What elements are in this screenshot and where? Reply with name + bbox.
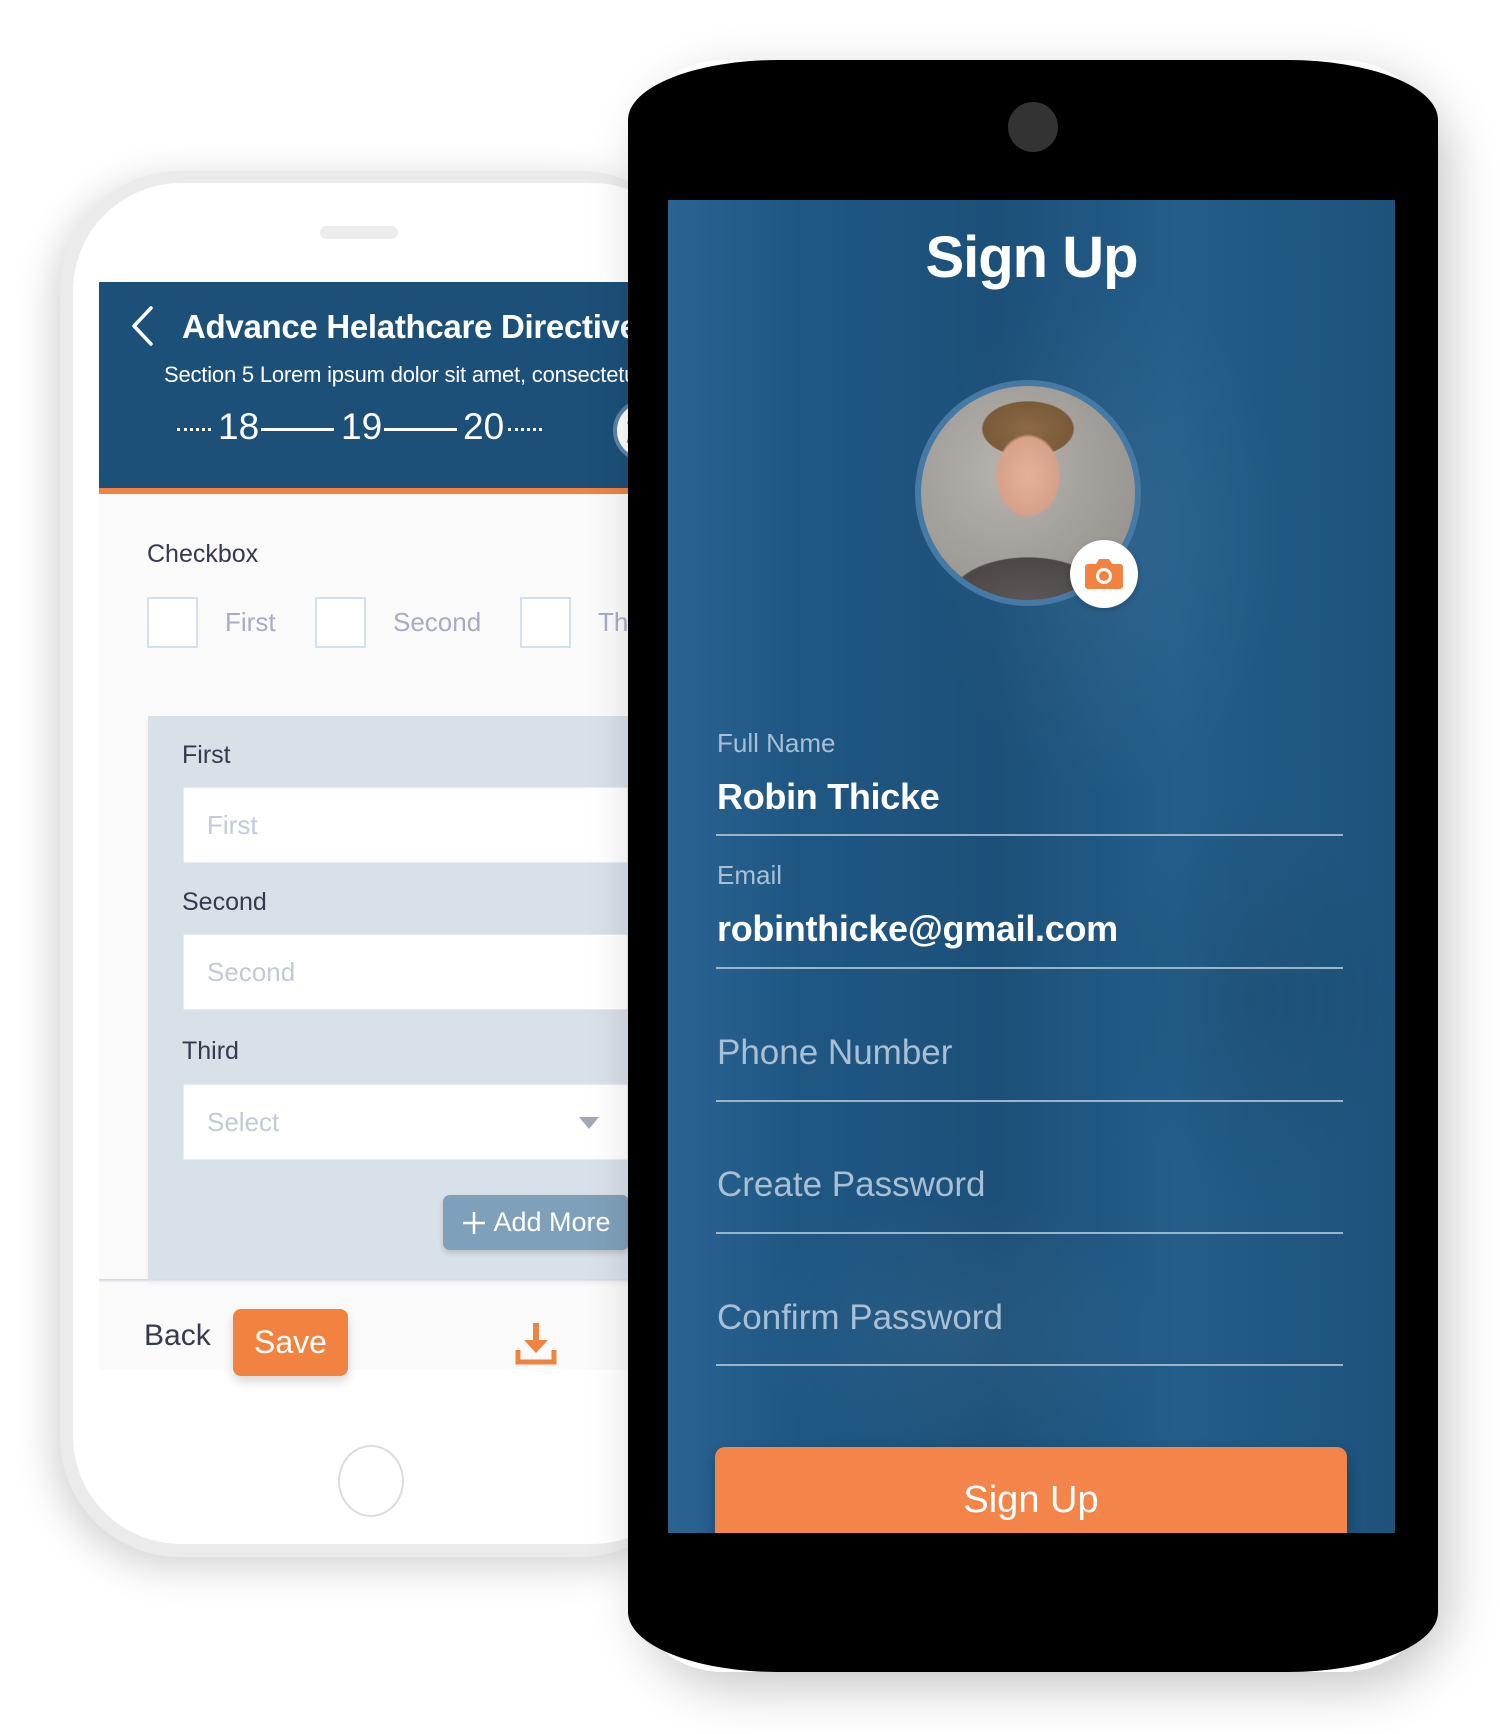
front-camera <box>1008 102 1058 152</box>
chevron-left-icon[interactable] <box>130 305 154 347</box>
caret-down-icon <box>579 1117 599 1129</box>
third-select[interactable]: Select <box>183 1084 628 1160</box>
checkbox-label: First <box>225 607 276 637</box>
step-18[interactable]: 18 <box>218 406 259 448</box>
full-name-label: Full Name <box>717 728 836 758</box>
checkbox-box[interactable] <box>147 597 198 648</box>
email-underline <box>716 967 1343 969</box>
download-icon[interactable] <box>515 1322 557 1366</box>
step-19[interactable]: 19 <box>341 406 382 448</box>
save-button[interactable]: Save <box>233 1309 348 1376</box>
section-stepper: 18 19 20 21 <box>177 399 700 462</box>
iphone-device: Advance Helathcare Directive Section 5 L… <box>60 171 700 1557</box>
checkbox-box[interactable] <box>520 597 571 648</box>
change-photo-button[interactable] <box>1070 540 1138 608</box>
full-name-input[interactable]: Robin Thicke <box>717 776 940 818</box>
speaker-grille <box>320 226 398 239</box>
camera-icon <box>1085 559 1123 589</box>
checkbox-first[interactable]: First <box>147 597 276 648</box>
android-device: Sign Up Full Name Robin Thicke Email rob… <box>628 60 1438 1672</box>
stepper-dots <box>508 428 542 431</box>
second-input[interactable]: Second <box>183 934 628 1010</box>
back-button[interactable]: Back <box>144 1319 211 1353</box>
signup-screen: Sign Up Full Name Robin Thicke Email rob… <box>668 200 1395 1533</box>
checkbox-group-title: Checkbox <box>147 540 259 568</box>
select-placeholder: Select <box>207 1107 280 1137</box>
stepper-connector <box>384 428 457 431</box>
app-header: Advance Helathcare Directive Section 5 L… <box>99 282 700 488</box>
checkbox-box[interactable] <box>315 597 366 648</box>
section-subtitle: Section 5 Lorem ipsum dolor sit amet, co… <box>164 362 644 387</box>
footer-divider <box>99 1279 700 1282</box>
phone-number-input[interactable]: Phone Number <box>717 1033 952 1073</box>
first-input[interactable]: First <box>183 787 628 863</box>
checkbox-label: Second <box>393 607 482 637</box>
email-input[interactable]: robinthicke@gmail.com <box>717 908 1118 950</box>
field-label-first: First <box>182 741 231 769</box>
page-title: Advance Helathcare Directive <box>182 308 638 345</box>
checkbox-second[interactable]: Second <box>315 597 481 648</box>
confirm-password-input[interactable]: Confirm Password <box>717 1298 1003 1338</box>
stepper-dots <box>177 428 211 431</box>
full-name-underline <box>716 834 1343 836</box>
iphone-screen: Advance Helathcare Directive Section 5 L… <box>73 183 700 1544</box>
email-label: Email <box>717 860 783 890</box>
field-group-panel: First First Second Second Third Select A… <box>148 716 700 1279</box>
field-label-third: Third <box>182 1037 239 1065</box>
confirm-password-underline <box>716 1364 1343 1366</box>
create-password-underline <box>716 1232 1343 1234</box>
add-more-label: Add More <box>493 1207 611 1237</box>
step-20[interactable]: 20 <box>463 406 504 448</box>
add-more-button[interactable]: Add More <box>443 1195 629 1250</box>
create-password-input[interactable]: Create Password <box>717 1165 985 1205</box>
home-button[interactable] <box>338 1445 404 1517</box>
phone-underline <box>716 1100 1343 1102</box>
signup-button[interactable]: Sign Up <box>715 1447 1347 1533</box>
stepper-connector <box>261 428 334 431</box>
plus-icon <box>463 1211 486 1234</box>
signup-title: Sign Up <box>925 225 1138 290</box>
field-label-second: Second <box>182 888 267 916</box>
